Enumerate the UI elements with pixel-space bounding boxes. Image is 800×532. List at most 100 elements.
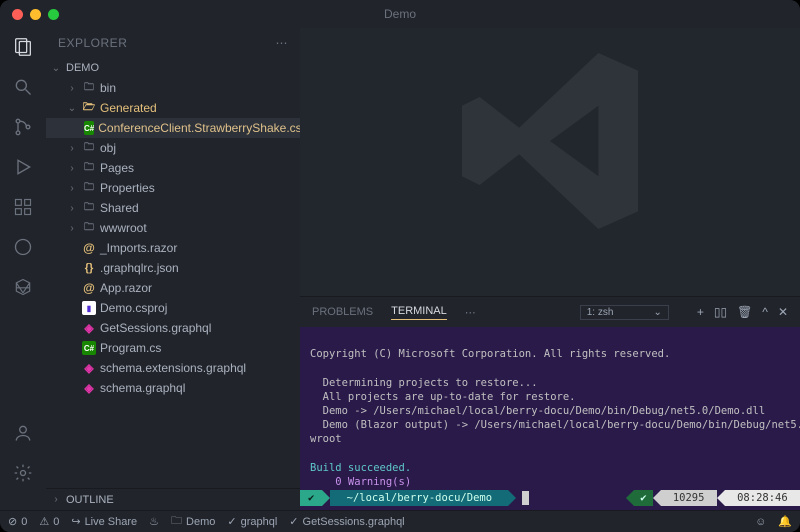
vscode-watermark-icon xyxy=(440,31,660,251)
folder-pages[interactable]: ›🗀Pages xyxy=(46,158,300,178)
item-label: Shared xyxy=(100,201,139,215)
editor-area: PROBLEMS TERMINAL ⋯ 1: zsh ⌄ + ▯▯ 🗑 ^ ✕ C… xyxy=(300,28,800,510)
activity-bar xyxy=(0,28,46,510)
sidebar: EXPLORER ⋯ ⌄ DEMO ›🗀bin⌄🗁GeneratedC#Conf… xyxy=(46,28,300,510)
close-window-button[interactable] xyxy=(12,9,23,20)
trash-icon[interactable]: 🗑 xyxy=(737,305,752,319)
workbench: EXPLORER ⋯ ⌄ DEMO ›🗀bin⌄🗁GeneratedC#Conf… xyxy=(0,28,800,510)
vscode-window: Demo EXPLORER ⋯ ⌄ DEMO ›🗀bin⌄🗁Ge xyxy=(0,0,800,532)
graphql-icon[interactable] xyxy=(12,276,34,298)
maximize-panel-icon[interactable]: ^ xyxy=(762,305,768,319)
search-icon[interactable] xyxy=(12,76,34,98)
outline-section[interactable]: › OUTLINE xyxy=(46,488,300,510)
terminal-cursor xyxy=(522,491,529,505)
chevron-right-icon: › xyxy=(50,494,62,505)
folder-wwwroot[interactable]: ›🗀wwwroot xyxy=(46,218,300,238)
minimize-window-button[interactable] xyxy=(30,9,41,20)
chevron-down-icon: ⌄ xyxy=(50,63,62,74)
file-schema-graphql[interactable]: ◈schema.graphql xyxy=(46,378,300,398)
folder-shared[interactable]: ›🗀Shared xyxy=(46,198,300,218)
status-errors[interactable]: ⊘ 0 xyxy=(8,515,27,528)
item-label: wwwroot xyxy=(100,221,147,235)
status-language[interactable]: ✓ graphql xyxy=(227,515,277,528)
folder-obj[interactable]: ›🗀obj xyxy=(46,138,300,158)
terminal[interactable]: Copyright (C) Microsoft Corporation. All… xyxy=(300,327,800,510)
sidebar-header: EXPLORER ⋯ xyxy=(46,28,300,58)
item-label: schema.graphql xyxy=(100,381,185,395)
terminal-line: Determining projects to restore... xyxy=(310,377,538,389)
debug-icon[interactable] xyxy=(12,156,34,178)
item-label: ConferenceClient.StrawberryShake.cs xyxy=(98,121,300,135)
extensions-icon[interactable] xyxy=(12,196,34,218)
window-controls xyxy=(0,9,59,20)
item-label: bin xyxy=(100,81,116,95)
more-panels-icon[interactable]: ⋯ xyxy=(465,306,476,319)
maximize-window-button[interactable] xyxy=(48,9,59,20)
bell-icon[interactable]: 🔔 xyxy=(778,515,792,528)
status-file[interactable]: ✓ GetSessions.graphql xyxy=(289,515,404,528)
file-demo-csproj[interactable]: ▮Demo.csproj xyxy=(46,298,300,318)
tab-terminal[interactable]: TERMINAL xyxy=(391,305,447,320)
project-section[interactable]: ⌄ DEMO xyxy=(46,58,300,78)
close-panel-icon[interactable]: ✕ xyxy=(778,305,788,319)
account-icon[interactable] xyxy=(12,422,34,444)
file-tree: ›🗀bin⌄🗁GeneratedC#ConferenceClient.Straw… xyxy=(46,78,300,488)
item-label: schema.extensions.graphql xyxy=(100,361,246,375)
settings-gear-icon[interactable] xyxy=(12,462,34,484)
item-label: Properties xyxy=(100,181,155,195)
terminal-selector[interactable]: 1: zsh ⌄ xyxy=(580,305,669,320)
item-label: App.razor xyxy=(100,281,152,295)
feedback-icon[interactable]: ☺ xyxy=(755,516,766,528)
item-label: Pages xyxy=(100,161,134,175)
terminal-line: 0 Warning(s) xyxy=(310,476,411,488)
file-conferenceclient-strawberryshake-cs[interactable]: C#ConferenceClient.StrawberryShake.cs xyxy=(46,118,300,138)
flame-icon[interactable]: ♨ xyxy=(149,515,159,528)
sidebar-heading: EXPLORER xyxy=(58,36,127,50)
terminal-line: wroot xyxy=(310,433,342,445)
project-name: DEMO xyxy=(66,62,99,74)
more-icon[interactable]: ⋯ xyxy=(276,36,289,50)
terminal-line: All projects are up-to-date for restore. xyxy=(310,391,576,403)
folder-bin[interactable]: ›🗀bin xyxy=(46,78,300,98)
outline-label: OUTLINE xyxy=(66,494,114,506)
folder-properties[interactable]: ›🗀Properties xyxy=(46,178,300,198)
terminal-line: Copyright (C) Microsoft Corporation. All… xyxy=(310,348,670,360)
tab-problems[interactable]: PROBLEMS xyxy=(312,306,373,318)
prompt-right-num: 10295 xyxy=(661,490,717,506)
remote-icon[interactable] xyxy=(12,236,34,258)
item-label: _Imports.razor xyxy=(100,241,177,255)
prompt-status-icon: ✔ xyxy=(634,490,652,506)
folder-generated[interactable]: ⌄🗁Generated xyxy=(46,98,300,118)
prompt-path: ~/local/berry-docu/Demo xyxy=(330,490,508,506)
terminal-selector-label: 1: zsh xyxy=(587,307,614,318)
status-folder[interactable]: 🗀 Demo xyxy=(171,512,215,531)
chevron-down-icon: ⌄ xyxy=(653,307,661,318)
file-schema-extensions-graphql[interactable]: ◈schema.extensions.graphql xyxy=(46,358,300,378)
status-warnings[interactable]: ⚠ 0 xyxy=(39,515,59,528)
panel-tabs: PROBLEMS TERMINAL ⋯ 1: zsh ⌄ + ▯▯ 🗑 ^ ✕ xyxy=(300,297,800,327)
file-program-cs[interactable]: C#Program.cs xyxy=(46,338,300,358)
item-label: .graphqlrc.json xyxy=(100,261,179,275)
file--imports-razor[interactable]: @_Imports.razor xyxy=(46,238,300,258)
new-terminal-icon[interactable]: + xyxy=(697,305,704,319)
status-bar: ⊘ 0 ⚠ 0 ↪ Live Share ♨ 🗀 Demo ✓ graphql … xyxy=(0,510,800,532)
explorer-icon[interactable] xyxy=(12,36,34,58)
file-app-razor[interactable]: @App.razor xyxy=(46,278,300,298)
status-liveshare[interactable]: ↪ Live Share xyxy=(71,515,137,528)
prompt-time: 08:28:46 xyxy=(725,490,800,506)
item-label: Demo.csproj xyxy=(100,301,167,315)
terminal-line: Build succeeded. xyxy=(310,462,411,474)
item-label: GetSessions.graphql xyxy=(100,321,211,335)
window-title: Demo xyxy=(384,7,416,21)
item-label: Generated xyxy=(100,101,157,115)
titlebar: Demo xyxy=(0,0,800,28)
file-getsessions-graphql[interactable]: ◈GetSessions.graphql xyxy=(46,318,300,338)
bottom-panel: PROBLEMS TERMINAL ⋯ 1: zsh ⌄ + ▯▯ 🗑 ^ ✕ C… xyxy=(300,296,800,510)
file--graphqlrc-json[interactable]: {}.graphqlrc.json xyxy=(46,258,300,278)
item-label: Program.cs xyxy=(100,341,161,355)
terminal-prompt: ✔ ~/local/berry-docu/Demo ✔ 10295 08:28:… xyxy=(300,490,800,506)
item-label: obj xyxy=(100,141,116,155)
split-terminal-icon[interactable]: ▯▯ xyxy=(714,305,727,319)
welcome-view xyxy=(300,28,800,296)
source-control-icon[interactable] xyxy=(12,116,34,138)
